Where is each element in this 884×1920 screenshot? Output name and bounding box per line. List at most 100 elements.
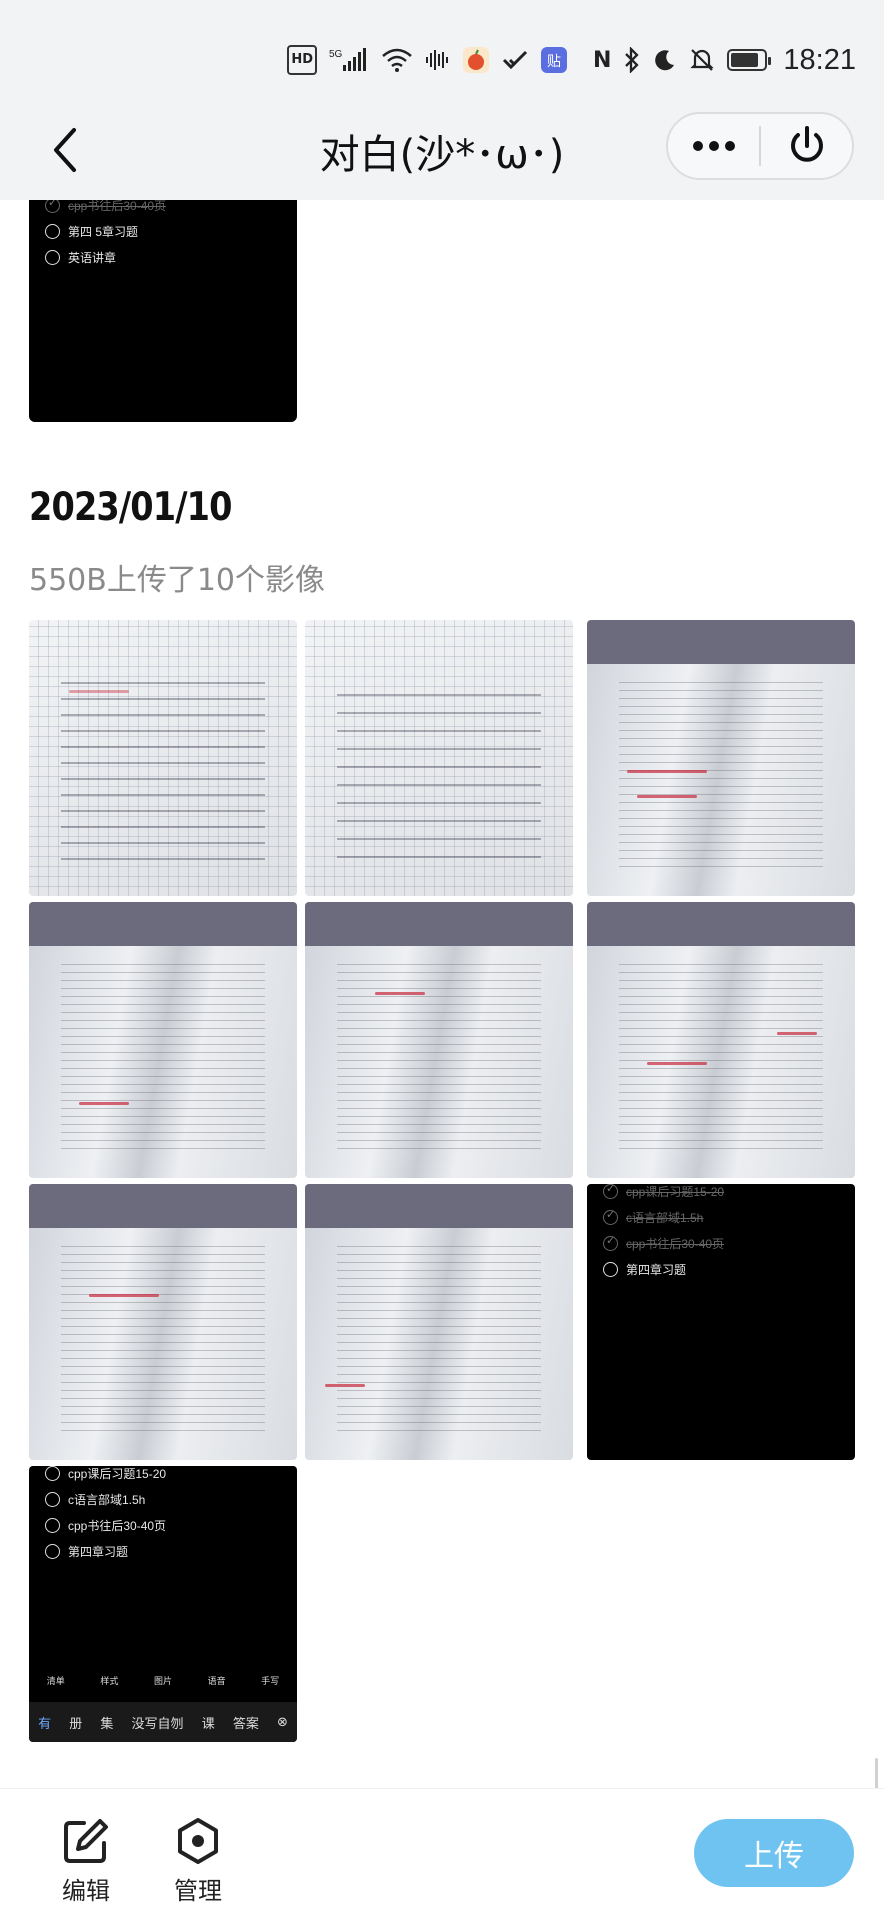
close-button[interactable] (761, 114, 852, 178)
todo-item: 第四 5章习题 (45, 218, 166, 244)
photo-thumbnail[interactable] (587, 620, 855, 896)
keyboard-candidate: 没写自刎 (131, 1716, 184, 1732)
checkbox-icon (45, 1543, 60, 1559)
checkbox-icon (603, 1208, 618, 1225)
todo-item: 第四章习题 (603, 1256, 724, 1282)
text-lines (619, 962, 823, 1156)
ink-mark (375, 992, 425, 995)
ink-mark (89, 1294, 159, 1297)
photo-thumbnail[interactable] (29, 1184, 297, 1460)
checkbox-icon (603, 1184, 618, 1199)
ink-mark (325, 1384, 365, 1387)
close-circle-icon: ⊗ (277, 1714, 288, 1730)
moon-icon (653, 45, 677, 75)
edit-icon (64, 1819, 108, 1863)
keyboard-candidate: 集 (100, 1716, 114, 1732)
todo-label: c语言部域1.5h (626, 1210, 704, 1225)
screenshot-toolbar: 清单 样式 图片 语音 手写 (29, 1660, 297, 1700)
keyboard-candidate: 册 (69, 1716, 83, 1732)
wifi-icon (381, 45, 413, 75)
todo-item: 英语讲章 (45, 244, 166, 270)
status-icons: HD 5G 贴 N 18:21 (287, 40, 856, 80)
photo-thumbnail[interactable]: cpp课后习题15-20 c语言部域1.5h cpp书往后30-40页 第四章习… (587, 1184, 855, 1460)
text-lines (61, 962, 265, 1156)
manage-button[interactable]: 管理 (148, 1817, 248, 1906)
page-title: 对白(沙*･ω･) (319, 132, 565, 178)
toolbar-label: 手写 (261, 1676, 280, 1687)
checkbox-icon (45, 249, 60, 265)
hexagon-settings-icon (178, 1818, 218, 1864)
todo-item: c语言部域1.5h (603, 1204, 724, 1230)
mini-program-capsule (666, 112, 854, 180)
todo-label: cpp书往后30-40页 (626, 1236, 725, 1251)
status-time: 18:21 (783, 43, 856, 76)
battery-level (731, 53, 759, 67)
checkbox-icon (45, 1466, 60, 1481)
power-icon (790, 126, 823, 162)
check-heart-icon (501, 45, 529, 75)
fruit-app-icon (463, 45, 489, 75)
photo-thumbnail[interactable]: cpp课后习题15-20 c语言部域1.5h cpp书往后30-40页 第四章习… (29, 1466, 297, 1742)
toolbar-label: 样式 (100, 1676, 119, 1687)
todo-list: cpp书往后30-40页 第四 5章习题 英语讲章 (45, 200, 166, 270)
todo-label: cpp书往后30-40页 (68, 200, 167, 213)
todo-list: cpp课后习题15-20 c语言部域1.5h cpp书往后30-40页 第四章习… (603, 1184, 724, 1282)
photo-thumbnail[interactable] (305, 620, 573, 896)
upload-button[interactable]: 上传 (694, 1819, 854, 1887)
ink-mark (647, 1062, 707, 1065)
bell-muted-icon (689, 45, 715, 75)
text-lines (619, 680, 823, 874)
ink-mark (79, 1102, 129, 1105)
bottom-toolbar: 编辑 管理 上传 (0, 1788, 884, 1920)
photo-thumbnail[interactable] (29, 620, 297, 896)
checkbox-icon (45, 223, 60, 239)
keyboard-candidate: 课 (201, 1716, 215, 1732)
photo-thumbnail[interactable] (29, 902, 297, 1178)
more-button[interactable] (668, 114, 759, 178)
text-lines (337, 962, 541, 1156)
checkbox-icon (45, 1517, 60, 1533)
manage-label: 管理 (174, 1877, 222, 1905)
todo-item: 第四章习题 (45, 1538, 166, 1564)
checkbox-icon (603, 1261, 618, 1277)
todo-item: cpp书往后30-40页 (45, 1512, 166, 1538)
audio-wave-icon (425, 45, 451, 75)
todo-list: cpp课后习题15-20 c语言部域1.5h cpp书往后30-40页 第四章习… (45, 1466, 166, 1564)
keyboard-candidate: 有 (38, 1716, 52, 1732)
todo-label: cpp课后习题15-20 (68, 1466, 167, 1481)
photo-thumbnail[interactable] (305, 902, 573, 1178)
battery-icon (727, 49, 772, 71)
todo-label: cpp书往后30-40页 (68, 1518, 167, 1533)
edit-button[interactable]: 编辑 (36, 1817, 136, 1906)
sticker-app-icon: 贴 (541, 45, 567, 75)
text-lines (337, 1244, 541, 1438)
todo-item: c语言部域1.5h (45, 1486, 166, 1512)
previous-day-photo[interactable]: cpp书往后30-40页 第四 5章习题 英语讲章 (29, 200, 297, 422)
date-heading: 2023/01/10 (29, 485, 232, 530)
edit-label: 编辑 (62, 1877, 110, 1905)
ink-mark (627, 770, 707, 773)
todo-label: cpp课后习题15-20 (626, 1184, 725, 1199)
todo-item: cpp书往后30-40页 (45, 200, 166, 218)
toolbar-label: 语音 (207, 1676, 226, 1687)
text-lines (61, 1244, 265, 1438)
scrollbar[interactable] (875, 1758, 878, 1788)
checkbox-icon (603, 1234, 618, 1251)
screenshot-keyboard-bar: 有 册 集 没写自刎 课 答案 ⊗ (29, 1702, 297, 1742)
checkbox-icon (45, 200, 60, 213)
signal-icon: 5G (329, 45, 369, 75)
photo-thumbnail[interactable] (587, 902, 855, 1178)
more-dots-icon (692, 141, 735, 151)
toolbar-label: 清单 (46, 1676, 65, 1687)
chevron-left-icon (54, 128, 76, 172)
todo-label: 第四 5章习题 (68, 224, 139, 239)
back-button[interactable] (36, 120, 96, 180)
handwriting (337, 680, 541, 874)
sticker-app-label: 贴 (547, 54, 561, 70)
photo-thumbnail[interactable] (305, 1184, 573, 1460)
todo-label: 第四章习题 (68, 1544, 129, 1559)
status-bar: HD 5G 贴 N 18:21 (0, 0, 884, 100)
ink-mark (777, 1032, 817, 1035)
gallery-content[interactable]: cpp书往后30-40页 第四 5章习题 英语讲章 2023/01/10 550… (0, 200, 884, 1788)
svg-text:5G: 5G (329, 49, 343, 60)
